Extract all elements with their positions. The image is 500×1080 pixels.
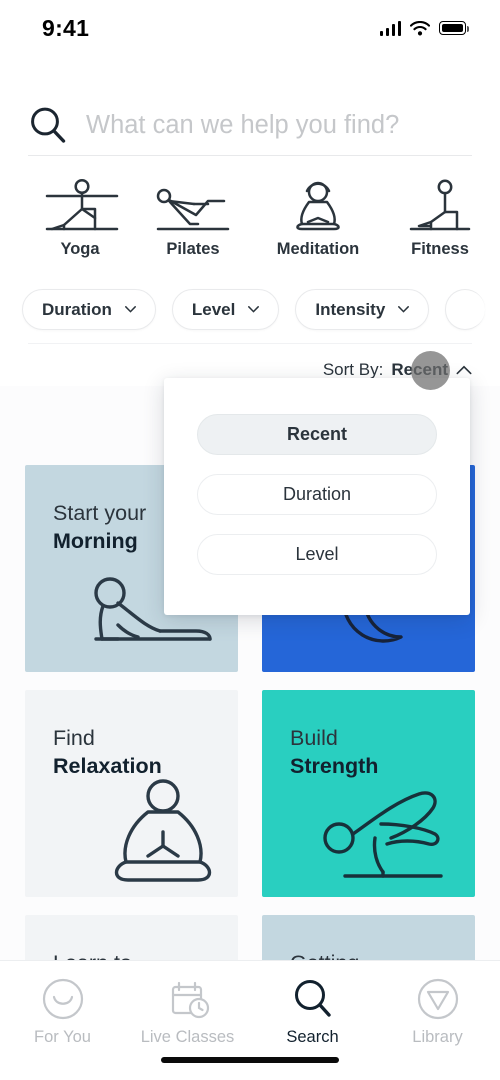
class-card-meditate[interactable]: Learn to Meditate (25, 915, 238, 961)
search-row (28, 105, 472, 155)
app-screen: 9:41 What can we help you find? Yoga Pil… (0, 0, 500, 1080)
bottom-tab-bar: For You Live Classes Search Library (0, 960, 500, 1080)
status-bar-time: 9:41 (42, 14, 90, 41)
category-meditation[interactable]: Meditation (252, 178, 384, 259)
signal-bars-icon (379, 20, 401, 36)
wifi-icon (410, 20, 430, 35)
tab-label: For You (34, 1028, 91, 1046)
status-bar: 9:41 (0, 0, 500, 56)
crow-pose-icon (315, 776, 465, 891)
yoga-warrior-pose-icon (37, 178, 123, 234)
tab-live-classes[interactable]: Live Classes (125, 977, 250, 1047)
pilates-reformer-icon (150, 178, 236, 234)
section-divider (28, 343, 472, 345)
category-label: Pilates (166, 240, 220, 258)
category-label: Meditation (276, 240, 360, 258)
search-bar (0, 105, 500, 157)
battery-icon (439, 21, 470, 35)
card-kicker: Build (290, 726, 338, 750)
class-card-relaxation[interactable]: Find Relaxation (25, 690, 238, 897)
tab-library[interactable]: Library (375, 977, 500, 1047)
fitness-lunge-icon (397, 178, 483, 234)
filter-chip-label: Level (191, 299, 236, 319)
calendar-clock-icon (171, 981, 209, 1019)
category-label: Fitness (411, 240, 469, 258)
category-fitness[interactable]: Fitness (384, 178, 496, 259)
tab-label: Library (412, 1028, 463, 1046)
chevron-up-icon[interactable] (456, 365, 472, 375)
sort-option-duration[interactable]: Duration (197, 474, 437, 515)
class-card-strength[interactable]: Build Strength (262, 690, 475, 897)
chevron-down-icon (124, 306, 136, 313)
sort-option-label: Recent (286, 424, 348, 444)
meditation-lotus-icon (275, 178, 361, 234)
filter-chip-overflow[interactable] (445, 289, 486, 330)
filter-chip-intensity[interactable]: Intensity (295, 289, 430, 330)
home-indicator (161, 1057, 339, 1063)
smiley-face-icon (42, 978, 83, 1020)
sort-option-label: Level (295, 544, 339, 564)
sort-option-label: Duration (282, 484, 352, 504)
meditation-lotus-icon (98, 776, 228, 891)
search-icon (294, 980, 331, 1017)
sort-label: Sort By: (322, 360, 384, 379)
chevron-down-icon (398, 306, 410, 313)
category-yoga[interactable]: Yoga (26, 178, 134, 259)
status-bar-icons (379, 20, 470, 36)
sort-option-recent[interactable]: Recent (197, 414, 437, 455)
tab-label: Live Classes (140, 1028, 235, 1046)
filter-chip-label: Intensity (315, 299, 386, 319)
tab-for-you[interactable]: For You (0, 977, 125, 1047)
filter-chip-row: Duration Level Intensity (0, 289, 500, 330)
filter-chip-level[interactable]: Level (171, 289, 280, 330)
mouse-cursor (411, 351, 450, 390)
filter-chip-duration[interactable]: Duration (22, 289, 156, 330)
filter-chip-label: Duration (42, 299, 112, 319)
tab-label: Search (286, 1028, 339, 1046)
sort-dropdown-menu[interactable]: Recent Duration Level (164, 378, 470, 615)
tab-search[interactable]: Search (250, 977, 375, 1047)
category-label: Yoga (60, 240, 100, 258)
search-input[interactable] (86, 110, 472, 140)
library-triangle-icon (417, 978, 458, 1020)
category-pilates[interactable]: Pilates (134, 178, 252, 259)
search-underline (28, 155, 472, 157)
sort-option-level[interactable]: Level (197, 534, 437, 575)
category-row: Yoga Pilates Meditation Fitness (0, 178, 500, 259)
chevron-down-icon (248, 306, 260, 313)
search-icon[interactable] (28, 105, 68, 145)
class-card-getting-started[interactable]: Getting Started (262, 915, 475, 961)
card-kicker: Find (53, 726, 95, 750)
